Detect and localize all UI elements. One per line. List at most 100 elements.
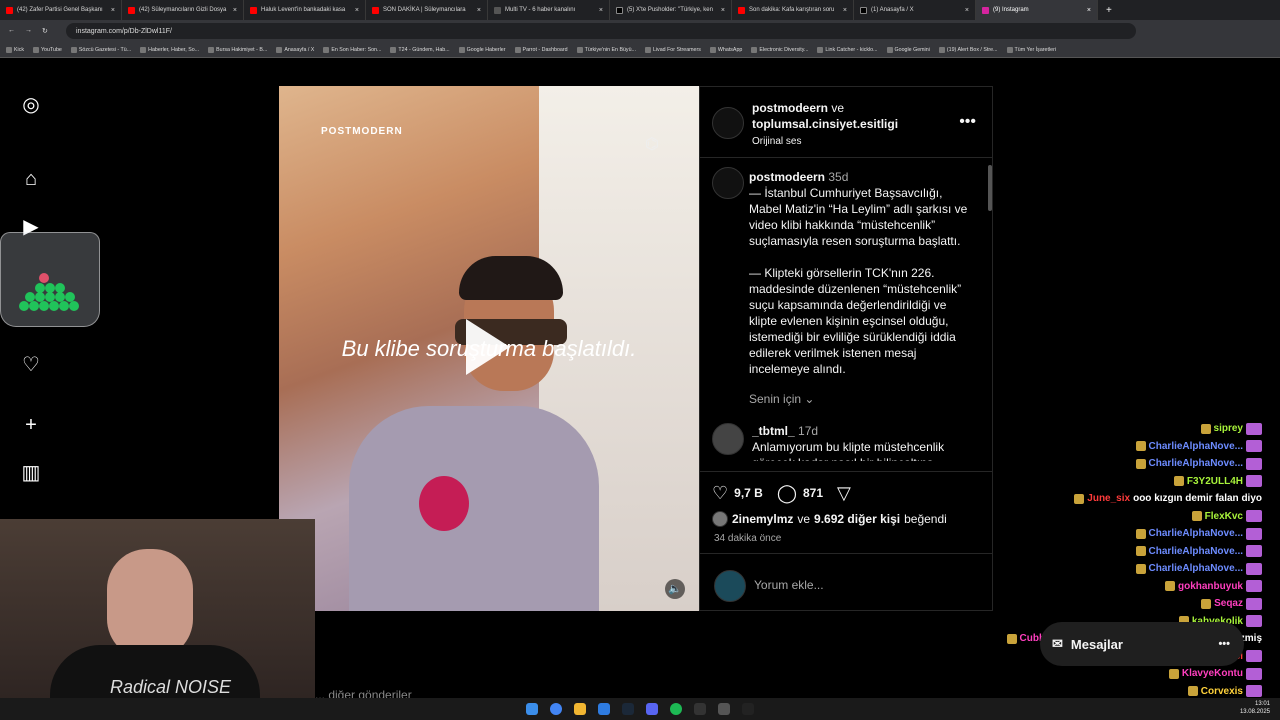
dashboard-icon[interactable]: ▥ xyxy=(20,462,42,484)
liked-by-user[interactable]: 2inemylmz xyxy=(732,511,793,527)
system-clock[interactable]: 13:01 13.08.2025 xyxy=(1240,700,1270,716)
browser-tab[interactable]: (1) Anasayfa / X × xyxy=(854,0,976,20)
close-icon[interactable]: × xyxy=(1087,7,1091,14)
close-icon[interactable]: × xyxy=(965,7,969,14)
close-icon[interactable]: × xyxy=(111,7,115,14)
bookmark-item[interactable]: Tüm Yer İşaretleri xyxy=(1006,46,1057,53)
bookmark-item[interactable]: Kick xyxy=(6,46,24,53)
chrome-icon[interactable] xyxy=(550,703,562,715)
obs-icon[interactable] xyxy=(742,703,754,715)
reel-video[interactable]: POSTMODERN ⌬ Bu klibe soruşturma başlatı… xyxy=(279,86,699,611)
bookmark-item[interactable]: Anasayfa / X xyxy=(276,46,314,53)
close-icon[interactable]: × xyxy=(599,7,603,14)
for-you-toggle[interactable]: Senin için ⌄ xyxy=(749,391,814,407)
caption-username[interactable]: postmodeern xyxy=(749,170,825,184)
more-options-icon[interactable]: ••• xyxy=(1218,638,1230,650)
spotify-icon[interactable] xyxy=(670,703,682,715)
close-icon[interactable]: × xyxy=(843,7,847,14)
mute-icon[interactable]: 🔈 xyxy=(665,579,685,599)
chat-username[interactable]: CharlieAlphaNove... xyxy=(1149,458,1243,469)
coauthor-link[interactable]: toplumsal.cinsiyet.esitligi xyxy=(752,117,898,131)
close-icon[interactable]: × xyxy=(477,7,481,14)
reload-icon[interactable]: ↻ xyxy=(42,27,48,35)
close-icon[interactable]: × xyxy=(721,7,725,14)
discord-icon[interactable] xyxy=(646,703,658,715)
steam-icon[interactable] xyxy=(622,703,634,715)
play-icon[interactable] xyxy=(466,319,510,375)
comment-username[interactable]: _tbtml_ xyxy=(752,424,795,438)
browser-tab[interactable]: Multi TV - 6 haber kanalını × xyxy=(488,0,610,20)
avatar[interactable] xyxy=(712,167,744,199)
new-tab-button[interactable]: + xyxy=(1098,5,1112,16)
bookmark-item[interactable]: Haberler, Haber, So... xyxy=(140,46,199,53)
bookmark-icon xyxy=(576,46,583,53)
app-icon[interactable] xyxy=(718,703,730,715)
scrollbar[interactable] xyxy=(988,165,992,211)
bookmark-item[interactable]: Link Catcher - kicklo... xyxy=(817,46,878,53)
chat-username[interactable]: June_six xyxy=(1087,493,1130,504)
bookmark-label: Tüm Yer İşaretleri xyxy=(1014,46,1057,53)
chat-username[interactable]: FlexKvc xyxy=(1205,511,1243,522)
chat-badge-icon xyxy=(1168,668,1179,679)
browser-tab[interactable]: (5) X'te Pusholder: "Türkiye, ken × xyxy=(610,0,732,20)
chat-username[interactable]: KlavyeKontu xyxy=(1182,668,1243,679)
browser-tab[interactable]: (42) Süleymancıların Gizli Dosya × xyxy=(122,0,244,20)
bookmark-item[interactable]: (19) Alert Box / Stre... xyxy=(938,46,998,53)
notifications-heart-icon[interactable]: ♡ xyxy=(20,354,42,376)
chat-username[interactable]: CharlieAlphaNove... xyxy=(1149,528,1243,539)
folder-icon[interactable] xyxy=(574,703,586,715)
close-icon[interactable]: × xyxy=(233,7,237,14)
bookmark-item[interactable]: YouTube xyxy=(33,46,62,53)
epic-icon[interactable] xyxy=(694,703,706,715)
chat-username[interactable]: CharlieAlphaNove... xyxy=(1149,441,1243,452)
avatar[interactable] xyxy=(712,107,744,139)
messages-bar[interactable]: ✉ Mesajlar ••• xyxy=(1040,622,1244,666)
comment-input[interactable]: Yorum ekle... xyxy=(754,577,824,593)
instagram-logo-icon[interactable]: ◎ xyxy=(20,94,42,116)
bookmark-label: WhatsApp xyxy=(717,46,743,53)
chat-badge-icon xyxy=(1006,633,1017,644)
browser-tab[interactable]: (42) Zafer Partisi Genel Başkanı × xyxy=(0,0,122,20)
comment-icon[interactable]: ◯ xyxy=(777,483,797,503)
browser-tab[interactable]: Haluk Levent'in bankadaki kasa × xyxy=(244,0,366,20)
bookmark-item[interactable]: WhatsApp xyxy=(709,46,743,53)
home-icon[interactable]: ⌂ xyxy=(20,168,42,190)
bookmark-item[interactable]: Parrot - Dashboard xyxy=(514,46,568,53)
bookmark-item[interactable]: T24 - Gündem, Hab... xyxy=(390,46,450,53)
bookmark-item[interactable]: Bursa Hakimiyet - B... xyxy=(208,46,267,53)
tv-icon xyxy=(494,6,501,14)
chat-username[interactable]: Seqaz xyxy=(1214,598,1243,609)
bookmark-item[interactable]: Sözcü Gazetesi - Tü... xyxy=(70,46,131,53)
liked-by-count[interactable]: 9.692 diğer kişi xyxy=(814,511,900,527)
bookmark-item[interactable]: Electronic Diversity... xyxy=(751,46,808,53)
avatar[interactable] xyxy=(712,423,744,455)
more-options-icon[interactable]: ••• xyxy=(959,113,976,131)
create-icon[interactable]: + xyxy=(20,414,42,436)
browser-tab[interactable]: Son dakika: Kafa karıştıran soru × xyxy=(732,0,854,20)
chat-username[interactable]: CharlieAlphaNove... xyxy=(1149,563,1243,574)
bookmark-item[interactable]: Livad For Streamers xyxy=(644,46,701,53)
back-icon[interactable]: ← xyxy=(8,27,15,35)
bookmark-item[interactable]: En Son Haber: Son... xyxy=(323,46,381,53)
chat-username[interactable]: siprey xyxy=(1214,423,1243,434)
chat-username[interactable]: Corvexis xyxy=(1201,686,1243,697)
bookmark-item[interactable]: Türkiye'nin En Büyü... xyxy=(576,46,636,53)
author-link[interactable]: postmodeern xyxy=(752,101,828,115)
bookmark-item[interactable]: Google Haberler xyxy=(458,46,506,53)
ball-icon xyxy=(45,283,55,293)
chat-username[interactable]: F3Y2ULL4H xyxy=(1187,476,1243,487)
share-icon[interactable]: ▽ xyxy=(837,483,851,503)
forward-icon[interactable]: → xyxy=(25,27,32,35)
chat-username[interactable]: gokhanbuyuk xyxy=(1178,581,1243,592)
url-field[interactable]: instagram.com/p/Db-ZlDwl11F/ xyxy=(66,23,1136,39)
start-icon[interactable] xyxy=(526,703,538,715)
chat-line: CharlieAlphaNove... xyxy=(892,560,1262,578)
close-icon[interactable]: × xyxy=(355,7,359,14)
chat-username[interactable]: CharlieAlphaNove... xyxy=(1149,546,1243,557)
app-icon[interactable] xyxy=(598,703,610,715)
bookmark-item[interactable]: Google Gemini xyxy=(886,46,930,53)
like-heart-icon[interactable]: ♡ xyxy=(712,483,728,503)
browser-tab[interactable]: SON DAKİKA | Süleymancılara × xyxy=(366,0,488,20)
browser-tab-active[interactable]: (9) Instagram × xyxy=(976,0,1098,20)
audio-label[interactable]: Orijinal ses xyxy=(752,136,801,147)
